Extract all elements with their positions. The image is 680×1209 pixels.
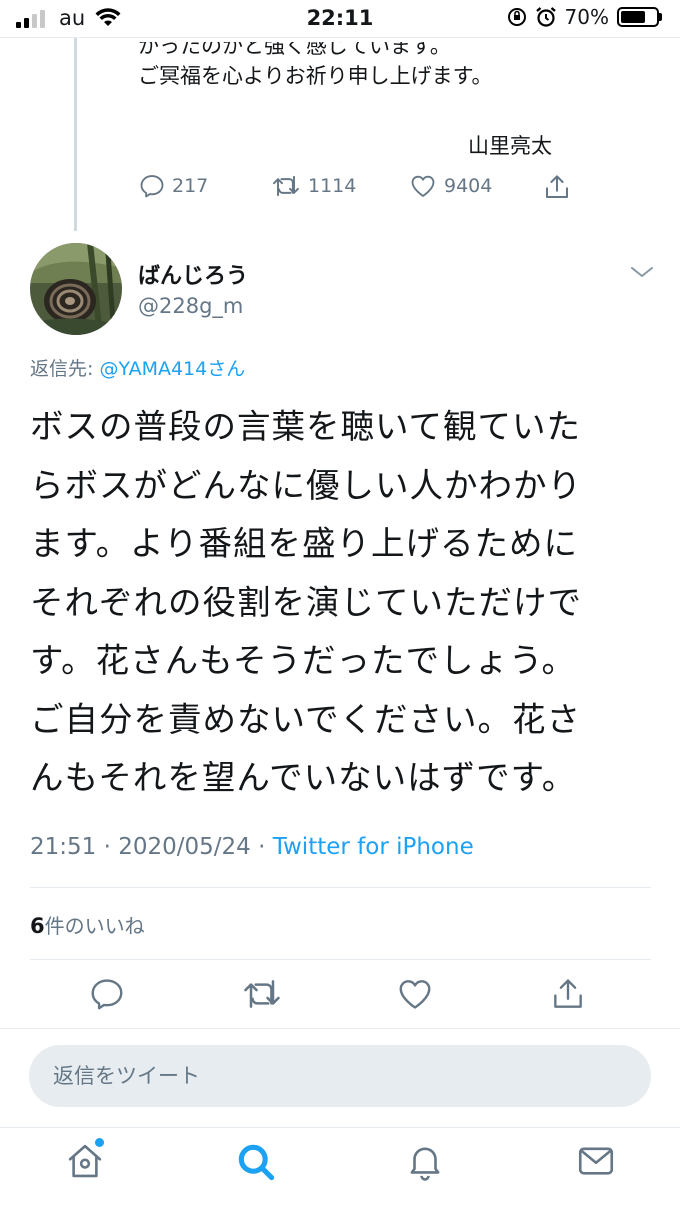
battery-icon [617,7,662,27]
prev-share-button[interactable] [542,172,572,202]
tweet-line: ます。より番組を盛り上げるために [30,524,578,563]
tweet-line: す。花さんもそうだったでしょう。 [30,641,576,680]
tab-search[interactable] [234,1140,278,1188]
reply-to-label: 返信先: [30,358,94,380]
share-icon [546,175,568,198]
thread-connector [74,38,77,231]
prev-retweet-button[interactable]: 1114 [270,172,356,200]
status-divider [0,37,680,38]
reply-icon [140,175,164,198]
tweet-body: ボスの普段の言葉を聴いて観ていた らボスがどんなに優しい人かわかり ます。より番… [30,398,640,808]
tweet-line: それぞれの役割を演じていただけで [30,582,582,622]
tweet-action-bar [0,975,680,1025]
tab-notifications[interactable] [404,1140,446,1186]
prev-reply-button[interactable]: 217 [138,172,208,200]
share-icon [554,979,582,1008]
tweet-line: ご自分を責めないでください。花さ [30,699,581,739]
mail-icon [578,1147,614,1175]
reply-to-mention[interactable]: @YAMA414さん [99,358,245,380]
prev-retweet-count: 1114 [308,175,357,197]
divider [0,1028,680,1029]
status-right: 70% [507,5,662,29]
prev-like-button[interactable]: 9404 [408,172,492,200]
retweet-button[interactable] [240,975,284,1017]
heart-icon [411,175,435,197]
share-button[interactable] [549,975,587,1017]
previous-tweet-actions: 217 1114 9404 [138,172,578,206]
home-notification-dot [95,1138,104,1147]
retweet-icon [273,175,299,197]
like-button[interactable] [396,975,434,1017]
reply-button[interactable] [88,975,126,1017]
search-icon [238,1144,275,1181]
bell-icon [410,1147,440,1181]
tweet-source[interactable]: Twitter for iPhone [273,834,474,860]
author-name[interactable]: ばんじろう [138,258,248,290]
tweet-line: らボスがどんなに優しい人かわかり [30,465,582,505]
status-bar: au 22:11 70% [0,0,680,38]
previous-tweet-text: ご冥福を心よりお祈り申し上げます。 [138,64,493,88]
avatar-image [30,243,122,335]
retweet-icon [244,980,280,1008]
meta-separator: · [96,834,119,860]
tweet-line: ボスの普段の言葉を聴いて観ていた [30,407,581,446]
chevron-down-icon[interactable] [628,262,656,282]
tweet-time: 21:51 [30,834,97,860]
likes-label: 件のいいね [44,914,145,938]
divider [30,959,651,960]
reply-icon [91,979,123,1010]
likes-count[interactable]: 6件のいいね [30,910,145,939]
previous-tweet-signature: 山里亮太 [468,134,552,158]
avatar[interactable] [30,243,122,335]
divider [30,887,651,888]
battery-percent: 70% [564,5,609,29]
likes-number: 6 [30,914,45,938]
tweet-date: 2020/05/24 [118,834,251,860]
alarm-icon [535,7,556,27]
meta-separator: · [250,834,273,860]
tab-messages[interactable] [574,1140,618,1186]
prev-reply-count: 217 [172,175,209,197]
reply-input[interactable] [29,1045,651,1107]
prev-like-count: 9404 [444,175,493,197]
author-handle[interactable]: @228g_m [138,294,243,318]
tweet-line: んもそれを望んでいないはずです。 [30,758,577,797]
reply-to: 返信先: @YAMA414さん [30,354,245,381]
heart-icon [399,980,431,1009]
tweet-meta: 21:51 · 2020/05/24 · Twitter for iPhone [30,834,474,860]
orientation-lock-icon [507,8,526,26]
